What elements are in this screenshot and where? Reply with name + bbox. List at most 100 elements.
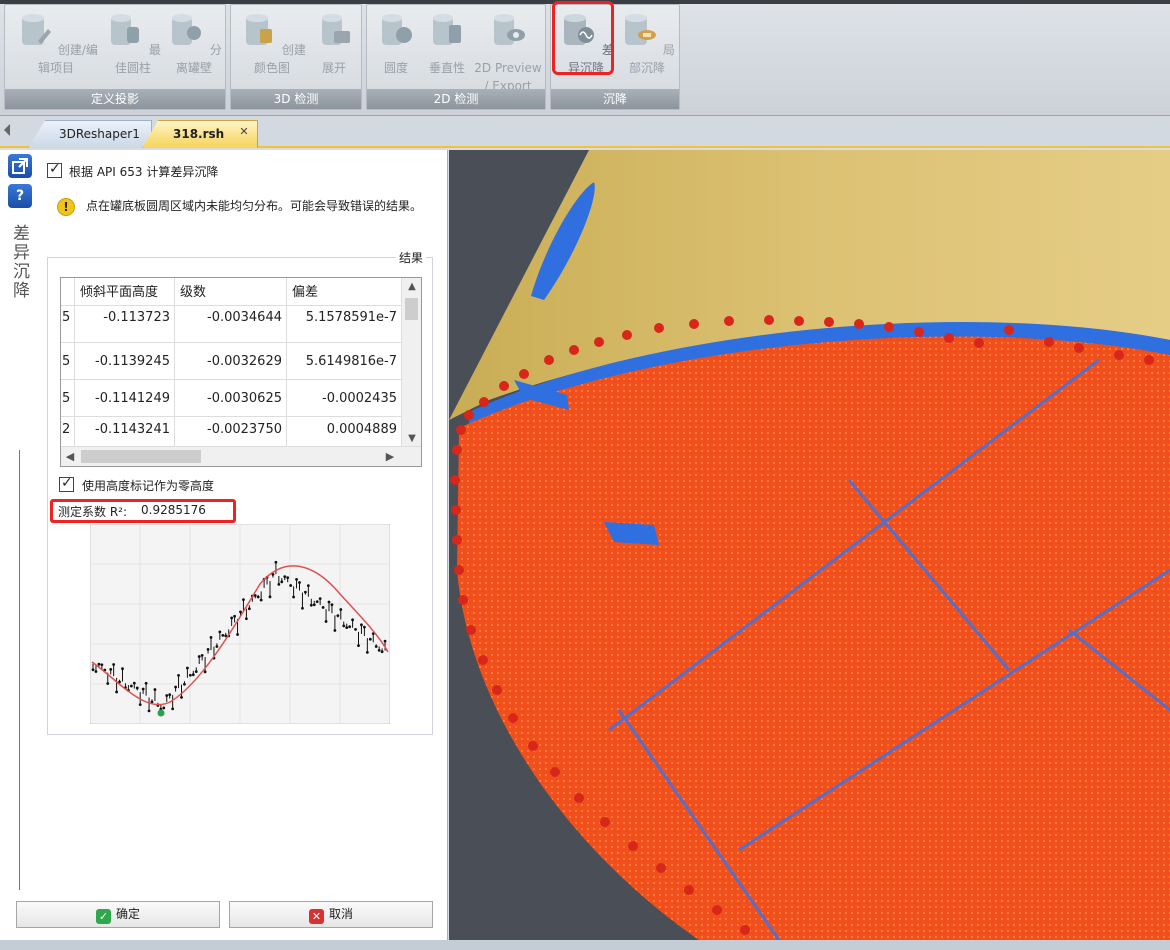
chart-point <box>197 655 201 658</box>
chart-point <box>363 625 366 629</box>
table-row[interactable]: 5 -0.1139245 -0.0032629 5.6149816e-7 <box>61 343 401 380</box>
chart-point <box>333 629 337 632</box>
chart-point <box>121 667 124 671</box>
unroll-button[interactable]: 展开 <box>309 7 359 77</box>
chart-point <box>144 681 148 685</box>
chart-point <box>135 686 139 690</box>
group-label-projection: 定义投影 <box>5 89 225 109</box>
2d-preview-export-button[interactable]: 2D Preview / Export <box>471 7 545 95</box>
cancel-button[interactable]: ✕ 取消 <box>229 901 433 928</box>
best-cylinder-button[interactable]: 最佳圆柱 <box>103 7 163 77</box>
verticality-icon <box>433 14 461 45</box>
r2-value: 0.9285176 <box>141 503 206 517</box>
table-header-series[interactable]: 级数 <box>175 278 287 306</box>
scroll-right-icon[interactable]: ▶ <box>381 447 399 466</box>
chart-point <box>177 674 180 677</box>
api653-checkbox[interactable] <box>47 161 62 178</box>
scroll-thumb[interactable] <box>405 298 418 320</box>
table-header-tilt-height[interactable]: 倾斜平面高度 <box>75 278 175 306</box>
chart-point <box>242 598 245 602</box>
table-cell: -0.0034644 <box>175 306 287 342</box>
chart-point <box>380 650 384 654</box>
table-row[interactable]: 2 -0.1143241 -0.0023750 0.0004889 <box>61 417 401 448</box>
tab-scroll-left-icon[interactable] <box>4 124 10 136</box>
chart-point <box>236 633 239 636</box>
chart-point <box>377 648 381 652</box>
table-horizontal-scrollbar[interactable]: ◀ ▶ <box>61 446 421 466</box>
chart-point <box>171 707 175 711</box>
warning-icon: ! <box>57 198 75 216</box>
table-cell: -0.0023750 <box>175 417 287 447</box>
ok-button[interactable]: ✓ 确定 <box>16 901 220 928</box>
chart-point <box>138 703 142 707</box>
ribbon-group-2d: 圆度 垂直性 2D Preview / Export 2D 检测 <box>366 4 546 110</box>
ribbon-group-3d: 创建颜色图 展开 3D 检测 <box>230 4 362 110</box>
scroll-left-icon[interactable]: ◀ <box>61 447 79 466</box>
chart-point <box>221 633 225 637</box>
create-edit-project-button[interactable]: 创建/编辑项目 <box>9 7 103 77</box>
chart-point <box>277 582 281 586</box>
result-table[interactable]: 倾斜平面高度 级数 偏差 5 -0.113723 -0.0034644 5.15… <box>60 277 422 467</box>
checkmark-icon: ✓ <box>95 909 111 924</box>
warning-message: 点在罐底板圆周区域内未能均匀分布。可能会导致错误的结果。 <box>86 199 423 213</box>
chart-point <box>230 616 234 620</box>
chart-point <box>351 618 354 622</box>
table-cell: 5 <box>61 343 75 379</box>
result-label: 结果 <box>395 249 426 266</box>
zero-height-checkbox[interactable] <box>59 475 74 492</box>
chart-point <box>215 645 219 648</box>
chart-point <box>165 694 169 697</box>
table-cell: 5.6149816e-7 <box>305 354 397 369</box>
chart-point <box>153 688 157 691</box>
roundness-button[interactable]: 圆度 <box>369 7 423 77</box>
cylinder-edit-icon <box>22 14 52 45</box>
chart-point <box>268 595 272 599</box>
r2-label: 测定系数 R²: <box>58 505 128 519</box>
chart-point <box>162 706 166 710</box>
3d-viewport[interactable] <box>449 150 1170 940</box>
create-color-map-button[interactable]: 创建颜色图 <box>235 7 309 77</box>
chart-point <box>360 623 363 627</box>
scroll-thumb[interactable] <box>81 450 201 463</box>
local-settlement-button[interactable]: 局部沉降 <box>617 7 677 77</box>
chart-point <box>336 614 340 618</box>
table-vertical-scrollbar[interactable]: ▲ ▼ <box>401 278 421 448</box>
scroll-up-icon[interactable]: ▲ <box>402 278 421 296</box>
roundness-icon <box>382 14 412 45</box>
table-header-row: 倾斜平面高度 级数 偏差 <box>61 278 401 306</box>
separate-wall-button[interactable]: 分离罐壁 <box>163 7 225 77</box>
table-row[interactable]: 5 -0.113723 -0.0034644 5.1578591e-7 <box>61 306 401 343</box>
table-cell: -0.0002435 <box>322 391 397 406</box>
chart-point <box>274 560 278 564</box>
table-cell: -0.113723 <box>75 306 175 342</box>
tab-3dreshaper1[interactable]: 3DReshaper1 <box>28 120 152 148</box>
unroll-icon <box>322 14 350 45</box>
popout-icon[interactable] <box>8 154 32 178</box>
cylinder-split-icon <box>172 14 202 45</box>
help-icon[interactable]: ? <box>8 184 32 208</box>
chart-point <box>94 670 98 673</box>
chart-point <box>180 695 183 699</box>
chart-point <box>339 608 343 611</box>
local-settlement-icon <box>625 14 657 45</box>
chart-point <box>304 590 307 594</box>
verticality-button[interactable]: 垂直性 <box>423 7 471 77</box>
document-tab-bar: 3DReshaper1 318.rsh <box>0 116 1170 148</box>
highlight-box-differential-settlement <box>552 1 614 75</box>
chart-point <box>295 577 298 581</box>
panel-side-divider <box>19 450 20 890</box>
ribbon-group-projection: 创建/编辑项目 最佳圆柱 分离罐壁 定义投影 <box>4 4 226 110</box>
chart-point <box>357 644 360 648</box>
chart-point <box>200 654 204 657</box>
chart-point <box>292 595 295 599</box>
differential-settlement-panel: ? 差异沉降 根据 API 653 计算差异沉降 ! 点在罐底板圆周区域内未能均… <box>0 150 448 940</box>
chart-point <box>309 603 313 607</box>
table-row[interactable]: 5 -0.1141249 -0.0030625 -0.0002435 <box>61 380 401 417</box>
table-header-deviation[interactable]: 偏差 <box>287 278 401 306</box>
panel-vertical-title: 差异沉降 <box>9 224 29 300</box>
chart-point <box>365 651 369 654</box>
chart-point <box>147 709 151 713</box>
tab-close-icon[interactable]: ✕ <box>237 125 251 139</box>
chart-point <box>259 598 263 602</box>
table-cell: 0.0004889 <box>326 422 397 437</box>
